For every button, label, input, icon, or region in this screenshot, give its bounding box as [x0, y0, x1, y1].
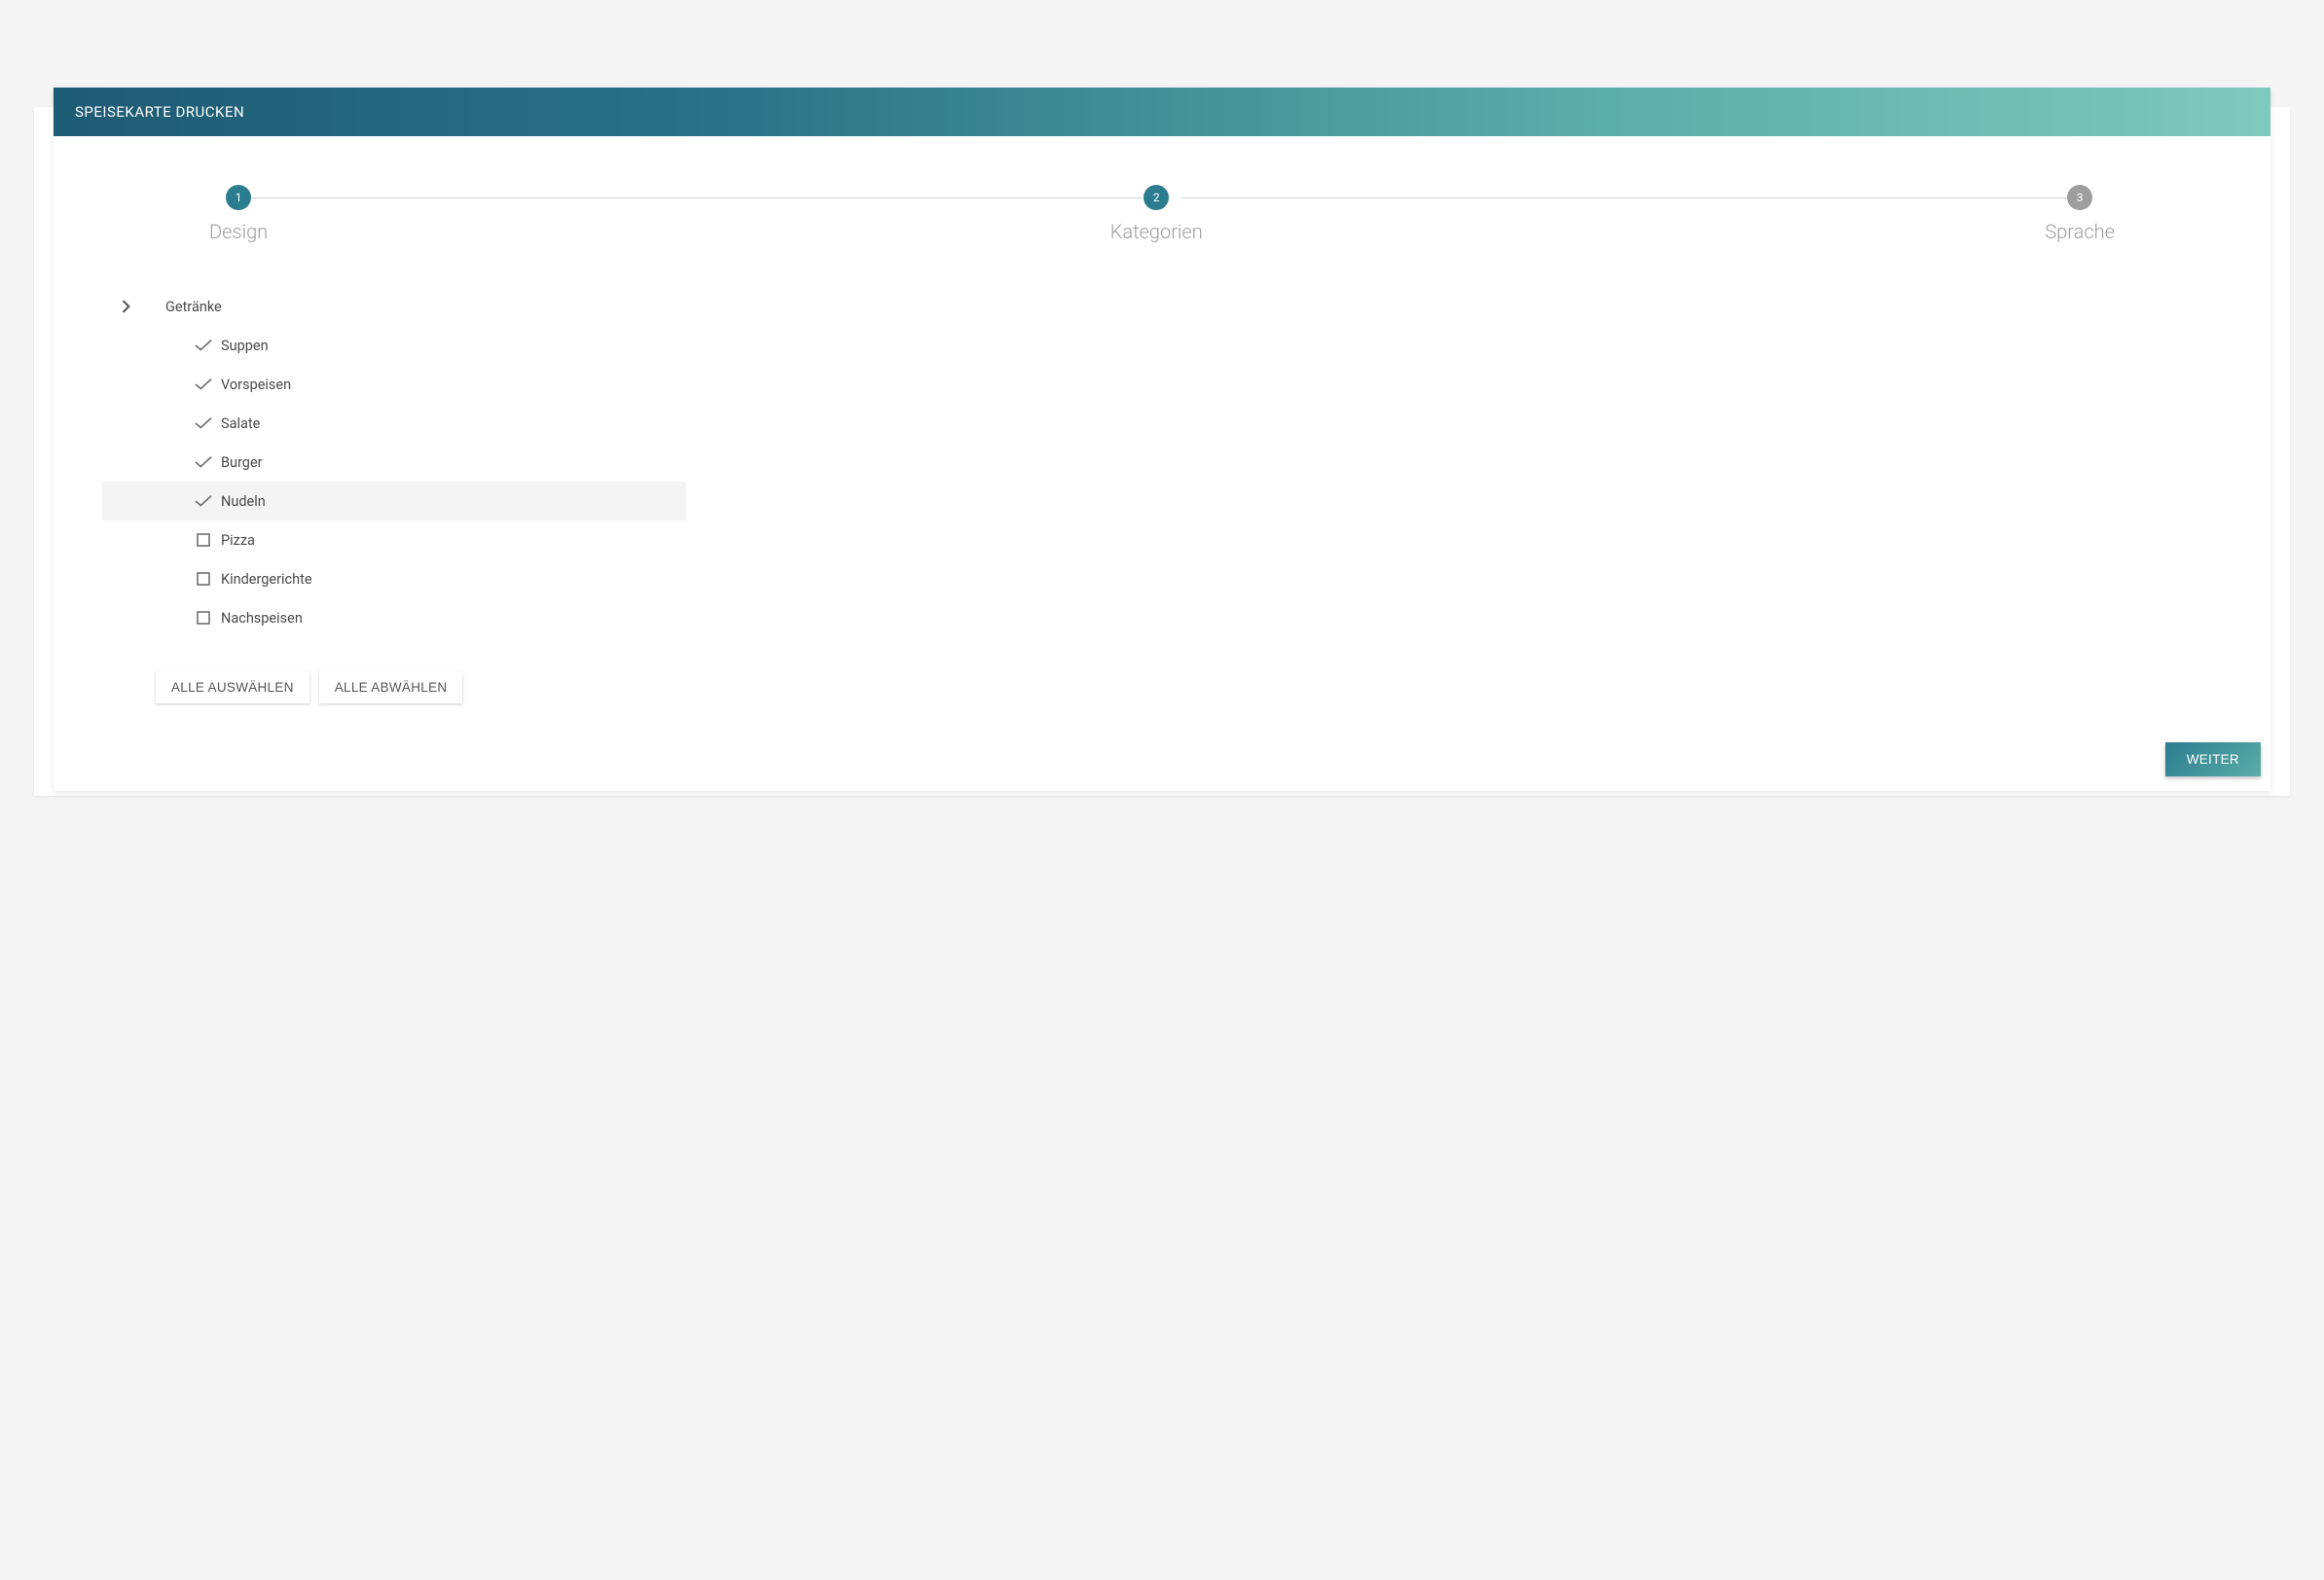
- select-all-button[interactable]: ALLE AUSWÄHLEN: [156, 671, 309, 703]
- step-kategorien[interactable]: 2 Kategorien: [1110, 185, 1203, 243]
- category-item[interactable]: Salate: [102, 404, 686, 443]
- category-item-label: Salate: [221, 415, 260, 432]
- step-sprache[interactable]: 3 Sprache: [2045, 185, 2115, 243]
- step-circle: 1: [226, 185, 251, 210]
- check-icon: [190, 339, 217, 352]
- step-number: 2: [1153, 191, 1160, 204]
- checkbox-empty-icon: [190, 572, 217, 586]
- check-icon: [190, 377, 217, 391]
- step-label: Kategorien: [1110, 220, 1203, 243]
- step-label: Design: [209, 220, 268, 243]
- stepper: 1 Design 2 Kategorien 3 Sprache: [102, 185, 2222, 243]
- category-item[interactable]: Vorspeisen: [102, 365, 686, 404]
- category-item[interactable]: Nachspeisen: [102, 598, 686, 637]
- step-circle: 3: [2067, 185, 2092, 210]
- category-item-label: Kindergerichte: [221, 571, 312, 588]
- step-label: Sprache: [2045, 220, 2115, 243]
- category-item-label: Nudeln: [221, 493, 266, 510]
- check-icon: [190, 494, 217, 508]
- chevron-right-icon: [117, 300, 136, 313]
- category-item[interactable]: Suppen: [102, 326, 686, 365]
- check-icon: [190, 416, 217, 430]
- category-item-label: Pizza: [221, 532, 255, 549]
- check-icon: [190, 455, 217, 469]
- category-item[interactable]: Burger: [102, 443, 686, 482]
- step-number: 1: [236, 191, 242, 204]
- step-number: 3: [2077, 191, 2084, 204]
- category-item-label: Burger: [221, 454, 263, 471]
- category-parent-getraenke[interactable]: Getränke: [102, 287, 686, 326]
- deselect-all-button[interactable]: ALLE ABWÄHLEN: [319, 671, 463, 703]
- category-item-label: Suppen: [221, 338, 269, 354]
- category-item[interactable]: Nudeln: [102, 482, 686, 521]
- category-label: Getränke: [165, 299, 222, 315]
- step-design[interactable]: 1 Design: [209, 185, 268, 243]
- card-content: 1 Design 2 Kategorien 3 Sprache: [54, 136, 2270, 742]
- card-footer: WEITER: [54, 742, 2270, 791]
- category-list: Getränke Suppen Vorspeisen Salate Burger Nud…: [102, 287, 686, 637]
- card-title: SPEISEKARTE DRUCKEN: [75, 103, 244, 121]
- card-header: SPEISEKARTE DRUCKEN: [54, 88, 2270, 136]
- category-item[interactable]: Pizza: [102, 521, 686, 559]
- category-item-label: Vorspeisen: [221, 377, 291, 393]
- category-item[interactable]: Kindergerichte: [102, 559, 686, 598]
- checkbox-empty-icon: [190, 611, 217, 625]
- bulk-actions: ALLE AUSWÄHLEN ALLE ABWÄHLEN: [156, 671, 2222, 703]
- next-button[interactable]: WEITER: [2165, 742, 2261, 776]
- step-circle: 2: [1144, 185, 1169, 210]
- checkbox-empty-icon: [190, 533, 217, 547]
- main-card: SPEISEKARTE DRUCKEN 1 Design 2 Kategorie…: [54, 88, 2270, 791]
- category-item-label: Nachspeisen: [221, 610, 303, 627]
